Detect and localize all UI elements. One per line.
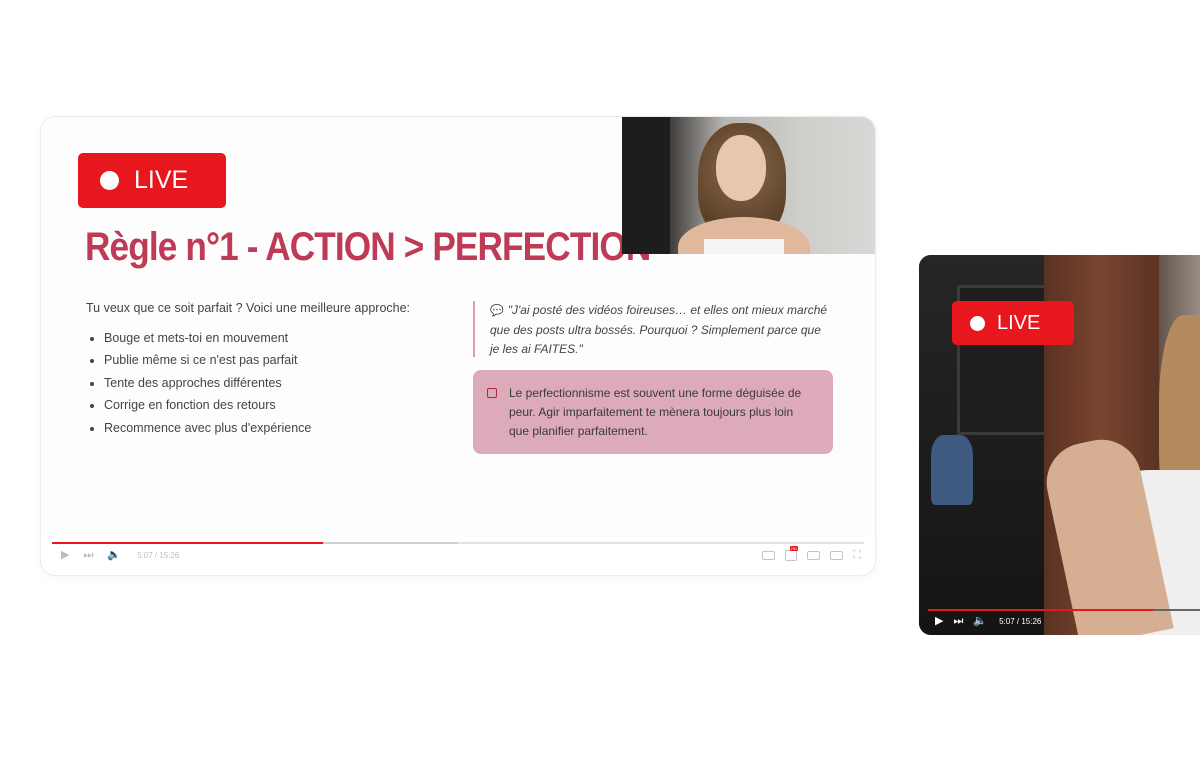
progress-bar[interactable] — [52, 542, 864, 544]
live-dot-icon — [100, 171, 119, 190]
note-icon — [487, 388, 497, 398]
list-item: Tente des approches différentes — [86, 372, 311, 394]
next-icon[interactable]: ⏭ — [83, 549, 93, 562]
speech-bubble-icon: 💬 — [490, 305, 504, 317]
time-display: 5:07 / 15:26 — [999, 617, 1042, 626]
progress-fill — [52, 542, 324, 544]
live-badge: LIVE — [78, 153, 226, 208]
main-video-player[interactable]: LIVE Règle n°1 - ACTION > PERFECTION Tu … — [41, 117, 875, 575]
list-item: Corrige en fonction des retours — [86, 394, 311, 416]
list-item: Bouge et mets-toi en mouvement — [86, 327, 311, 349]
next-icon[interactable]: ⏭ — [953, 615, 963, 628]
cast-icon[interactable] — [830, 551, 844, 560]
live-dot-icon — [970, 315, 985, 331]
slide: LIVE Règle n°1 - ACTION > PERFECTION Tu … — [41, 117, 875, 537]
volume-icon[interactable]: 🔈 — [107, 549, 121, 562]
time-display: 5:07 / 15:26 — [137, 551, 180, 560]
fullscreen-icon[interactable]: ⛶ — [853, 549, 861, 562]
progress-bar[interactable] — [928, 609, 1200, 611]
play-icon[interactable]: ▶ — [935, 615, 943, 628]
note-text: Le perfectionnisme est souvent une forme… — [509, 386, 802, 438]
list-item: Recommence avec plus d'expérience — [86, 417, 311, 439]
play-icon[interactable]: ▶ — [61, 549, 69, 562]
webcam-overlay — [622, 117, 875, 254]
list-item: Publie même si ce n'est pas parfait — [86, 349, 311, 371]
volume-icon[interactable]: 🔈 — [973, 615, 987, 628]
progress-fill — [928, 609, 1154, 611]
intro-text: Tu veux que ce soit parfait ? Voici une … — [86, 301, 411, 315]
quote-block: 💬 "J'ai posté des vidéos foireuses… et el… — [473, 301, 833, 357]
live-badge: LIVE — [952, 301, 1074, 345]
settings-hd-icon[interactable]: HD — [785, 546, 799, 561]
theater-mode-icon[interactable] — [807, 551, 821, 560]
quote-text: "J'ai posté des vidéos foireuses… et ell… — [490, 303, 828, 356]
bullet-list: Bouge et mets-toi en mouvement Publie mê… — [86, 327, 311, 439]
live-label: LIVE — [997, 311, 1041, 334]
player-controls: ▶ ⏭ 🔈 5:07 / 15:26 — [919, 605, 1200, 635]
live-label: LIVE — [134, 166, 189, 194]
side-video-player[interactable]: LIVE ▶ ⏭ 🔈 5:07 / 15:26 — [919, 255, 1200, 635]
subtitles-icon[interactable] — [762, 551, 776, 560]
slide-title: Règle n°1 - ACTION > PERFECTION — [85, 225, 651, 269]
note-callout: Le perfectionnisme est souvent une forme… — [473, 370, 833, 454]
player-controls: ▶ ⏭ 🔈 5:07 / 15:26 HD ⛶ — [41, 537, 875, 575]
